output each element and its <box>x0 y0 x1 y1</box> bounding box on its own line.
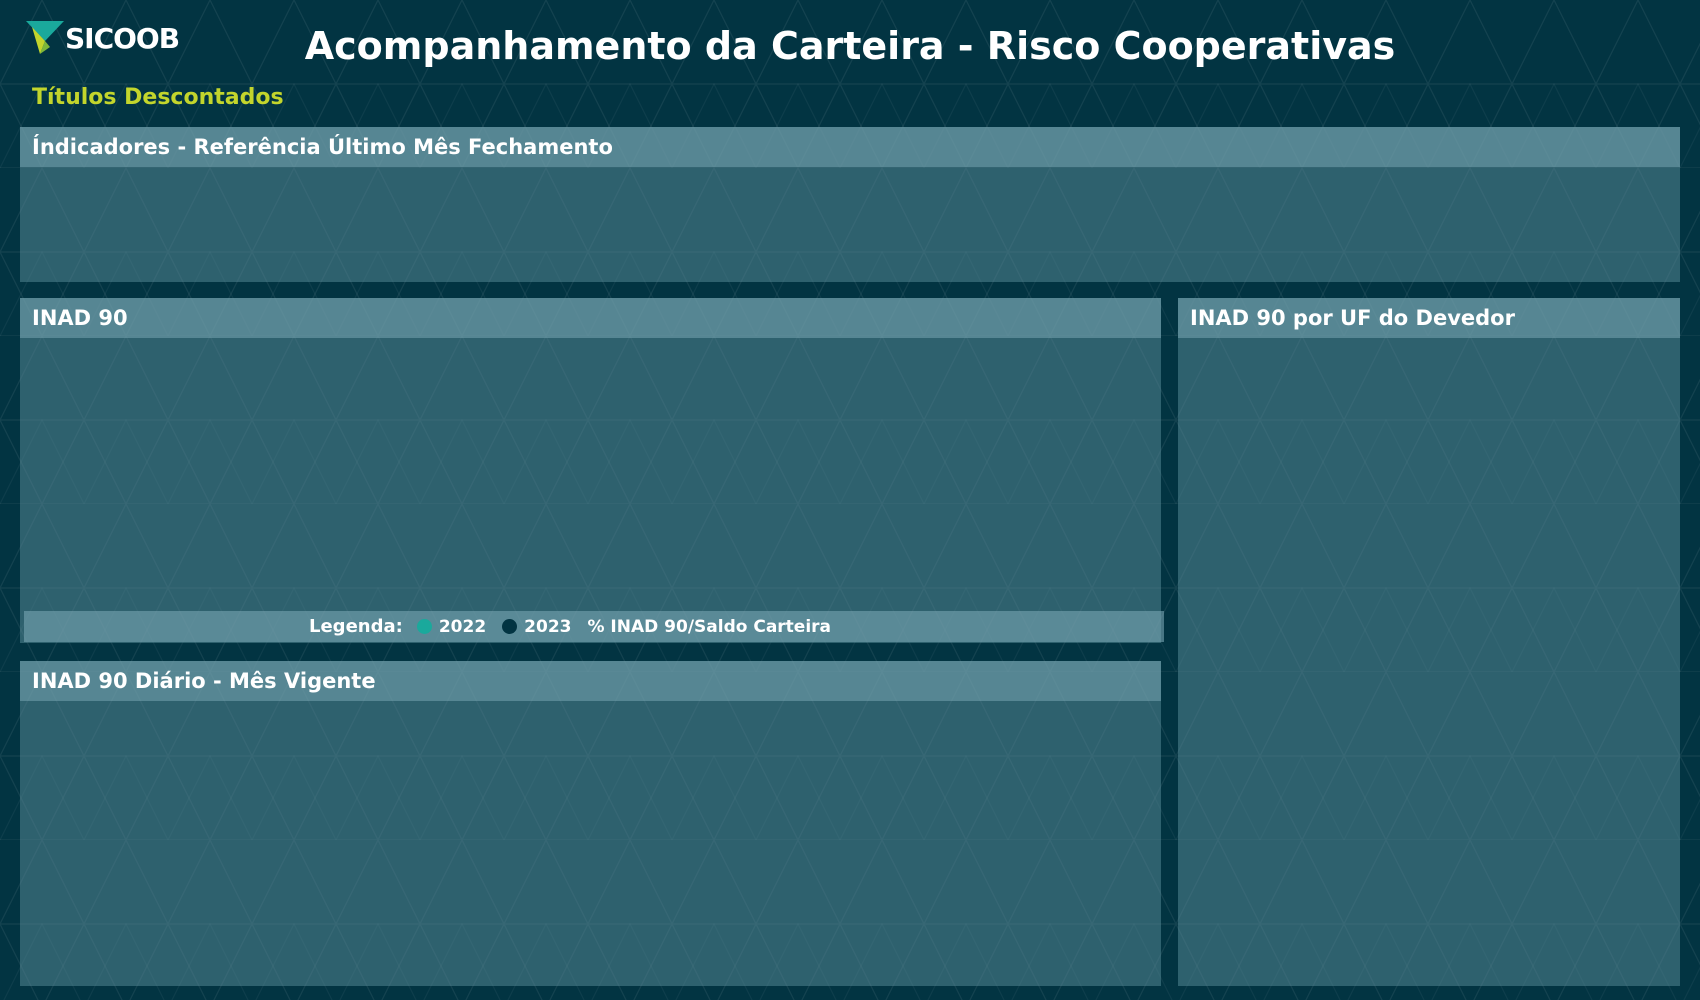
legend-title: Legenda: <box>309 616 403 637</box>
page-title-text: Acompanhamento da Carteira - Risco Coope… <box>304 24 1396 68</box>
inad90-diario-panel: INAD 90 Diário - Mês Vigente <box>20 661 1161 986</box>
inad90-panel: INAD 90 <box>20 298 1161 643</box>
legend-dot-2023 <box>502 619 518 634</box>
legend-label-inad-ratio: % INAD 90/Saldo Carteira <box>587 616 832 637</box>
legend-label-2022: 2022 <box>438 616 487 637</box>
indicadores-panel-title: Índicadores - Referência Último Mês Fech… <box>20 127 1680 167</box>
legend-dot-2022 <box>416 619 432 634</box>
inad90-uf-panel-title: INAD 90 por UF do Devedor <box>1178 298 1680 338</box>
legend-item-inad-ratio: % INAD 90/Saldo Carteira <box>587 617 831 637</box>
page-title: Acompanhamento da Carteira - Risco Coope… <box>0 24 1700 68</box>
indicadores-panel: Índicadores - Referência Último Mês Fech… <box>20 127 1680 282</box>
page-subtitle: Títulos Descontados <box>32 85 284 110</box>
legend-label-2023: 2023 <box>524 616 572 637</box>
inad90-legend: Legenda: 2022 2023 % INAD 90/Saldo Carte… <box>24 611 1164 642</box>
inad90-uf-panel: INAD 90 por UF do Devedor <box>1178 298 1680 986</box>
inad90-panel-title: INAD 90 <box>20 298 1161 338</box>
legend-item-2023: 2023 <box>502 617 571 637</box>
inad90-diario-panel-title: INAD 90 Diário - Mês Vigente <box>20 661 1161 701</box>
legend-item-2022: 2022 <box>416 616 487 637</box>
